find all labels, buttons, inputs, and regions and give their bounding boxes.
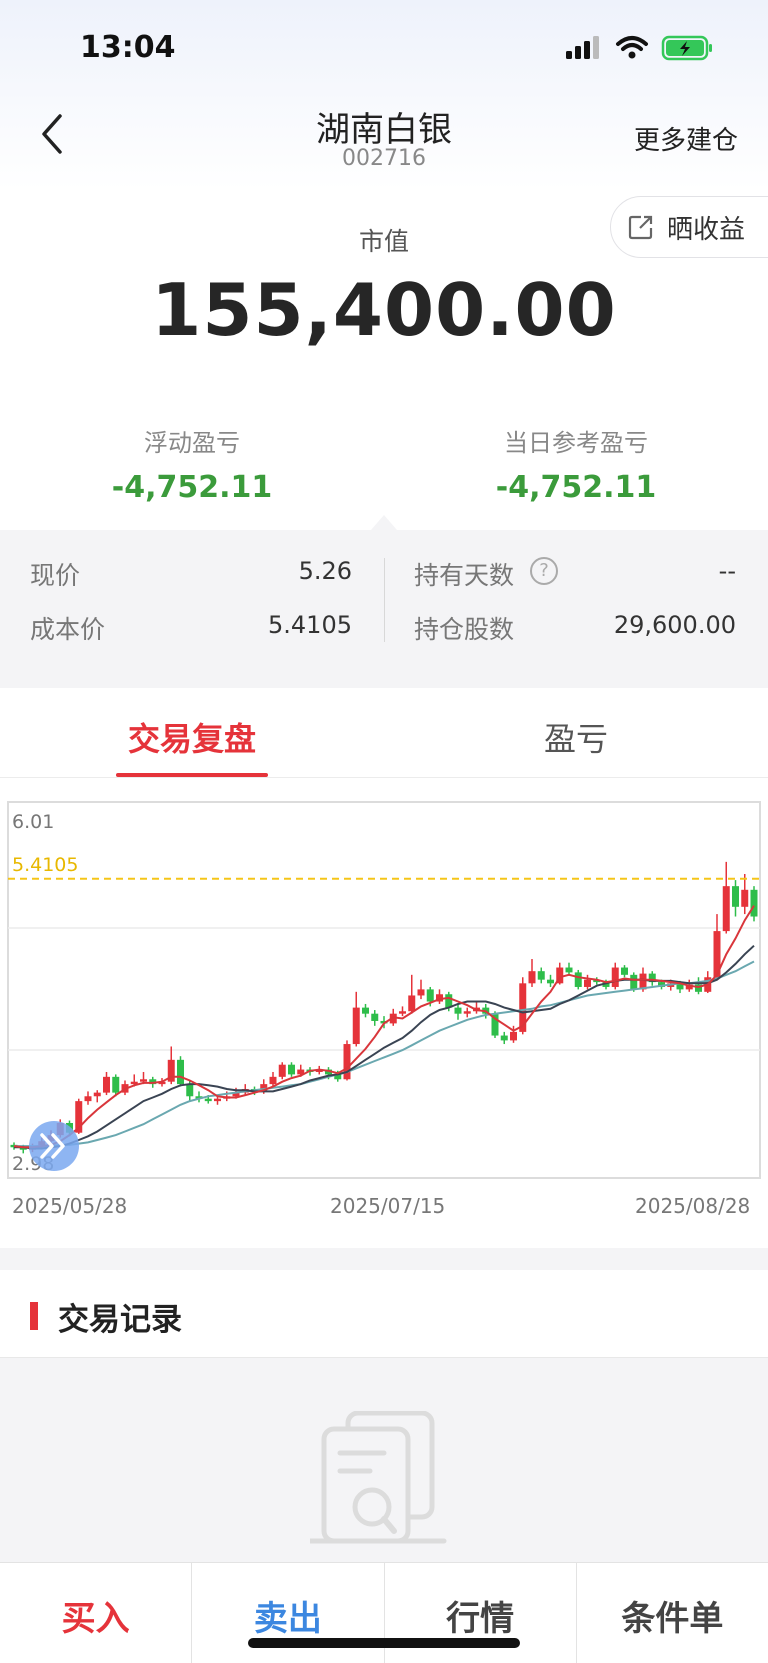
market-value-panel: 晒收益 市值 155,400.00	[0, 190, 768, 395]
holding-days-value: --	[718, 557, 736, 585]
expand-chart-button[interactable]	[29, 1121, 79, 1171]
cost-line-label: 5.4105	[12, 854, 78, 876]
chart-frame	[7, 801, 761, 1179]
buy-button[interactable]: 买入	[0, 1563, 193, 1663]
more-build-position-button[interactable]: 更多建仓	[634, 120, 738, 157]
candle-up	[93, 1092, 101, 1097]
candle-up	[269, 1076, 277, 1085]
candle-down	[371, 1013, 379, 1021]
tab-profit-loss[interactable]: 盈亏	[384, 714, 768, 760]
candle-up	[352, 1007, 360, 1045]
candle-down	[177, 1059, 184, 1085]
daily-pnl-label: 当日参考盈亏	[504, 429, 648, 457]
current-price-label: 现价	[30, 561, 81, 590]
candle-down	[537, 971, 545, 980]
top-header-area: 13:04 湖南白银 002716 更多建仓	[0, 0, 768, 190]
candle-up	[417, 989, 425, 996]
trade-records-title: 交易记录	[58, 1302, 182, 1338]
x-label-start: 2025/05/28	[12, 1194, 128, 1218]
floating-pnl: 浮动盈亏 -4,752.11	[0, 395, 384, 505]
stats-divider	[384, 558, 385, 642]
position-stats: 现价 5.26 成本价 5.4105 持有天数 ? -- 持仓股数 29,600…	[0, 530, 768, 668]
tab-bar: 交易复盘 盈亏	[0, 688, 768, 778]
price-chart-svg: 6.01 5.4105 2.98	[7, 801, 761, 1179]
candle-up	[463, 1011, 471, 1014]
sell-button[interactable]: 卖出	[192, 1563, 385, 1663]
current-price-value: 5.26	[298, 557, 352, 585]
pointer-arrow	[371, 515, 397, 530]
home-indicator	[248, 1638, 520, 1648]
y-max-label: 6.01	[12, 811, 54, 833]
candle-up	[584, 979, 591, 987]
x-label-end: 2025/08/28	[635, 1194, 751, 1218]
candle-down	[112, 1076, 120, 1093]
empty-document-icon	[310, 1411, 447, 1544]
candle-down	[630, 974, 638, 990]
pnl-panel: 浮动盈亏 -4,752.11 当日参考盈亏 -4,752.11	[0, 395, 768, 530]
candle-down	[574, 972, 582, 987]
shares-held-label: 持仓股数	[414, 615, 515, 644]
candle-down	[426, 989, 434, 1002]
section-marker	[30, 1302, 38, 1330]
signal-icon	[566, 36, 599, 59]
market-value-amount: 155,400.00	[151, 268, 617, 352]
empty-records-area	[0, 1359, 768, 1562]
candle-down	[565, 967, 573, 973]
candle-up	[510, 1031, 517, 1041]
candle-up	[741, 889, 749, 907]
candle-up	[611, 967, 619, 987]
candle-down	[362, 1007, 369, 1014]
candle-up	[528, 971, 536, 984]
market-value-label: 市值	[358, 227, 409, 256]
daily-pnl: 当日参考盈亏 -4,752.11	[384, 395, 768, 505]
candle-up	[278, 1064, 286, 1077]
tab-active-indicator	[116, 773, 268, 777]
cost-price-label: 成本价	[30, 615, 106, 644]
candle-down	[454, 1007, 462, 1014]
candle-up	[408, 995, 416, 1012]
candle-up	[214, 1098, 221, 1102]
help-icon[interactable]: ?	[530, 557, 558, 585]
candle-down	[621, 967, 628, 975]
wifi-icon	[616, 36, 648, 59]
candle-down	[547, 979, 554, 984]
candle-up	[140, 1079, 147, 1082]
x-label-middle: 2025/07/15	[330, 1194, 446, 1218]
trade-review-chart: 6.01 5.4105 2.98 2025/05/28 2025/07/15 2…	[0, 778, 768, 1248]
shares-held-value: 29,600.00	[613, 611, 736, 639]
candle-up	[343, 1044, 351, 1080]
holding-days-label: 持有天数	[414, 561, 515, 590]
candle-down	[288, 1064, 295, 1075]
candle-down	[186, 1084, 194, 1097]
candle-up	[103, 1076, 110, 1093]
candle-down	[500, 1035, 508, 1041]
status-time: 13:04	[80, 30, 176, 65]
candle-down	[204, 1098, 212, 1102]
candle-up	[399, 1011, 406, 1014]
floating-pnl-value: -4,752.11	[111, 470, 273, 505]
candle-up	[722, 886, 730, 932]
battery-icon	[661, 35, 712, 61]
daily-pnl-value: -4,752.11	[495, 470, 657, 505]
candle-up	[84, 1096, 92, 1102]
floating-pnl-label: 浮动盈亏	[144, 429, 240, 457]
tab-trade-review[interactable]: 交易复盘	[0, 714, 384, 760]
status-icons	[566, 35, 712, 61]
candle-down	[732, 886, 739, 907]
conditional-order-button[interactable]: 条件单	[577, 1563, 768, 1663]
trade-records-header: 交易记录	[0, 1270, 768, 1358]
cost-price-value: 5.4105	[268, 611, 352, 639]
market-button[interactable]: 行情	[385, 1563, 577, 1663]
candle-down	[750, 889, 758, 917]
